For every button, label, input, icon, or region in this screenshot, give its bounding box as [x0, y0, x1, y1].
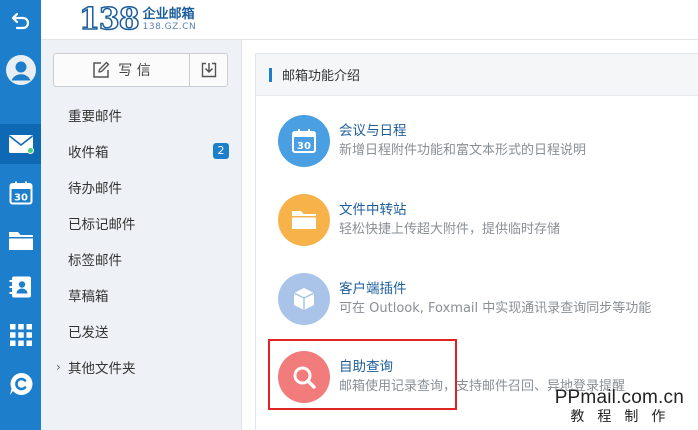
feature-description: 可在 Outlook, Foxmail 中实现通讯录查询同步等功能 — [339, 300, 652, 316]
feature-title[interactable]: 自助查询 — [339, 358, 625, 377]
search-icon — [278, 351, 330, 403]
rail-contacts[interactable] — [0, 267, 41, 307]
folder-inbox[interactable]: 收件箱 2 — [41, 133, 241, 169]
folder-icon — [278, 194, 330, 246]
calendar-icon: 30 — [9, 181, 32, 205]
folder-label: 已标记邮件 — [68, 217, 136, 233]
rail-mail[interactable] — [0, 124, 41, 164]
feature-meeting-schedule[interactable]: 30 会议与日程 新增日程附件功能和富文本形式的日程说明 — [278, 113, 698, 169]
avatar-icon — [5, 55, 36, 85]
folder-label: 待办邮件 — [68, 181, 122, 197]
feature-title[interactable]: 文件中转站 — [339, 201, 560, 220]
top-header: 138 企业邮箱 138.GZ.CN — [41, 0, 698, 40]
feature-description: 轻松快捷上传超大附件，提供临时存储 — [339, 221, 561, 237]
folder-panel: 写 信 重要邮件 收件箱 2 待办邮件 已标记邮件 标签邮件 草稿箱 已发送 ›… — [41, 40, 242, 430]
logo-domain: 138.GZ.CN — [142, 22, 197, 32]
watermark-url: PPmail.com.cn — [554, 387, 684, 408]
feature-title[interactable]: 会议与日程 — [339, 122, 586, 141]
back-button[interactable] — [0, 0, 41, 40]
section-title: 邮箱功能介绍 — [282, 69, 361, 84]
rail-chat[interactable] — [0, 364, 41, 404]
watermark-subtitle: 教程制作 — [570, 409, 679, 425]
main-content: 邮箱功能介绍 30 会议与日程 新增日程附件功能和富文本形式的日程说明 文件中转… — [242, 40, 698, 430]
chat-icon — [9, 372, 32, 395]
expand-caret-icon[interactable]: › — [56, 360, 61, 374]
apps-grid-icon — [9, 324, 32, 346]
contacts-icon — [9, 276, 31, 298]
feature-description: 新增日程附件功能和富文本形式的日程说明 — [339, 142, 587, 158]
logo[interactable]: 138 企业邮箱 138.GZ.CN — [78, 2, 197, 38]
folder-label: 收件箱 — [68, 145, 109, 161]
feature-client-plugin[interactable]: 客户端插件 可在 Outlook, Foxmail 中实现通讯录查询同步等功能 — [278, 271, 698, 327]
logo-number: 138 — [78, 2, 140, 38]
feature-file-transfer[interactable]: 文件中转站 轻松快捷上传超大附件，提供临时存储 — [278, 192, 698, 248]
compose-pencil-icon — [93, 61, 110, 78]
logo-name: 企业邮箱 — [142, 7, 195, 22]
folder-label: 标签邮件 — [68, 253, 122, 269]
rail-apps[interactable] — [0, 315, 41, 355]
folder-label: 其他文件夹 — [68, 361, 136, 377]
section-header: 邮箱功能介绍 — [256, 54, 698, 96]
unread-count-badge: 2 — [213, 143, 229, 159]
folder-tagged[interactable]: 标签邮件 — [41, 241, 241, 277]
folder-icon — [8, 232, 33, 250]
receive-mail-button[interactable] — [189, 53, 228, 87]
compose-button[interactable]: 写 信 — [53, 53, 190, 87]
feature-intro-section: 邮箱功能介绍 30 会议与日程 新增日程附件功能和富文本形式的日程说明 文件中转… — [255, 53, 698, 430]
section-accent-bar — [269, 67, 272, 82]
folder-other[interactable]: › 其他文件夹 — [41, 349, 241, 385]
online-status-dot — [27, 147, 34, 154]
folder-label: 已发送 — [68, 325, 109, 341]
folder-important[interactable]: 重要邮件 — [41, 97, 241, 133]
calendar-number: 30 — [297, 141, 311, 152]
calendar-30-icon: 30 — [278, 115, 330, 167]
folder-todo[interactable]: 待办邮件 — [41, 169, 241, 205]
watermark: PPmail.com.cn 教程制作 — [555, 388, 684, 426]
rail-netdisk[interactable] — [0, 220, 41, 260]
compose-label: 写 信 — [118, 63, 151, 79]
back-arrow-icon — [11, 12, 29, 30]
folder-label: 重要邮件 — [68, 109, 122, 125]
avatar[interactable] — [0, 50, 41, 90]
download-icon — [201, 62, 216, 78]
rail-calendar[interactable]: 30 — [0, 173, 41, 213]
rail-calendar-number: 30 — [14, 193, 28, 204]
folder-label: 草稿箱 — [68, 289, 109, 305]
feature-title[interactable]: 客户端插件 — [339, 280, 651, 299]
folder-sent[interactable]: 已发送 — [41, 313, 241, 349]
folder-flagged[interactable]: 已标记邮件 — [41, 205, 241, 241]
left-navigation-rail: 30 — [0, 0, 41, 430]
folder-drafts[interactable]: 草稿箱 — [41, 277, 241, 313]
cube-icon — [278, 273, 330, 325]
